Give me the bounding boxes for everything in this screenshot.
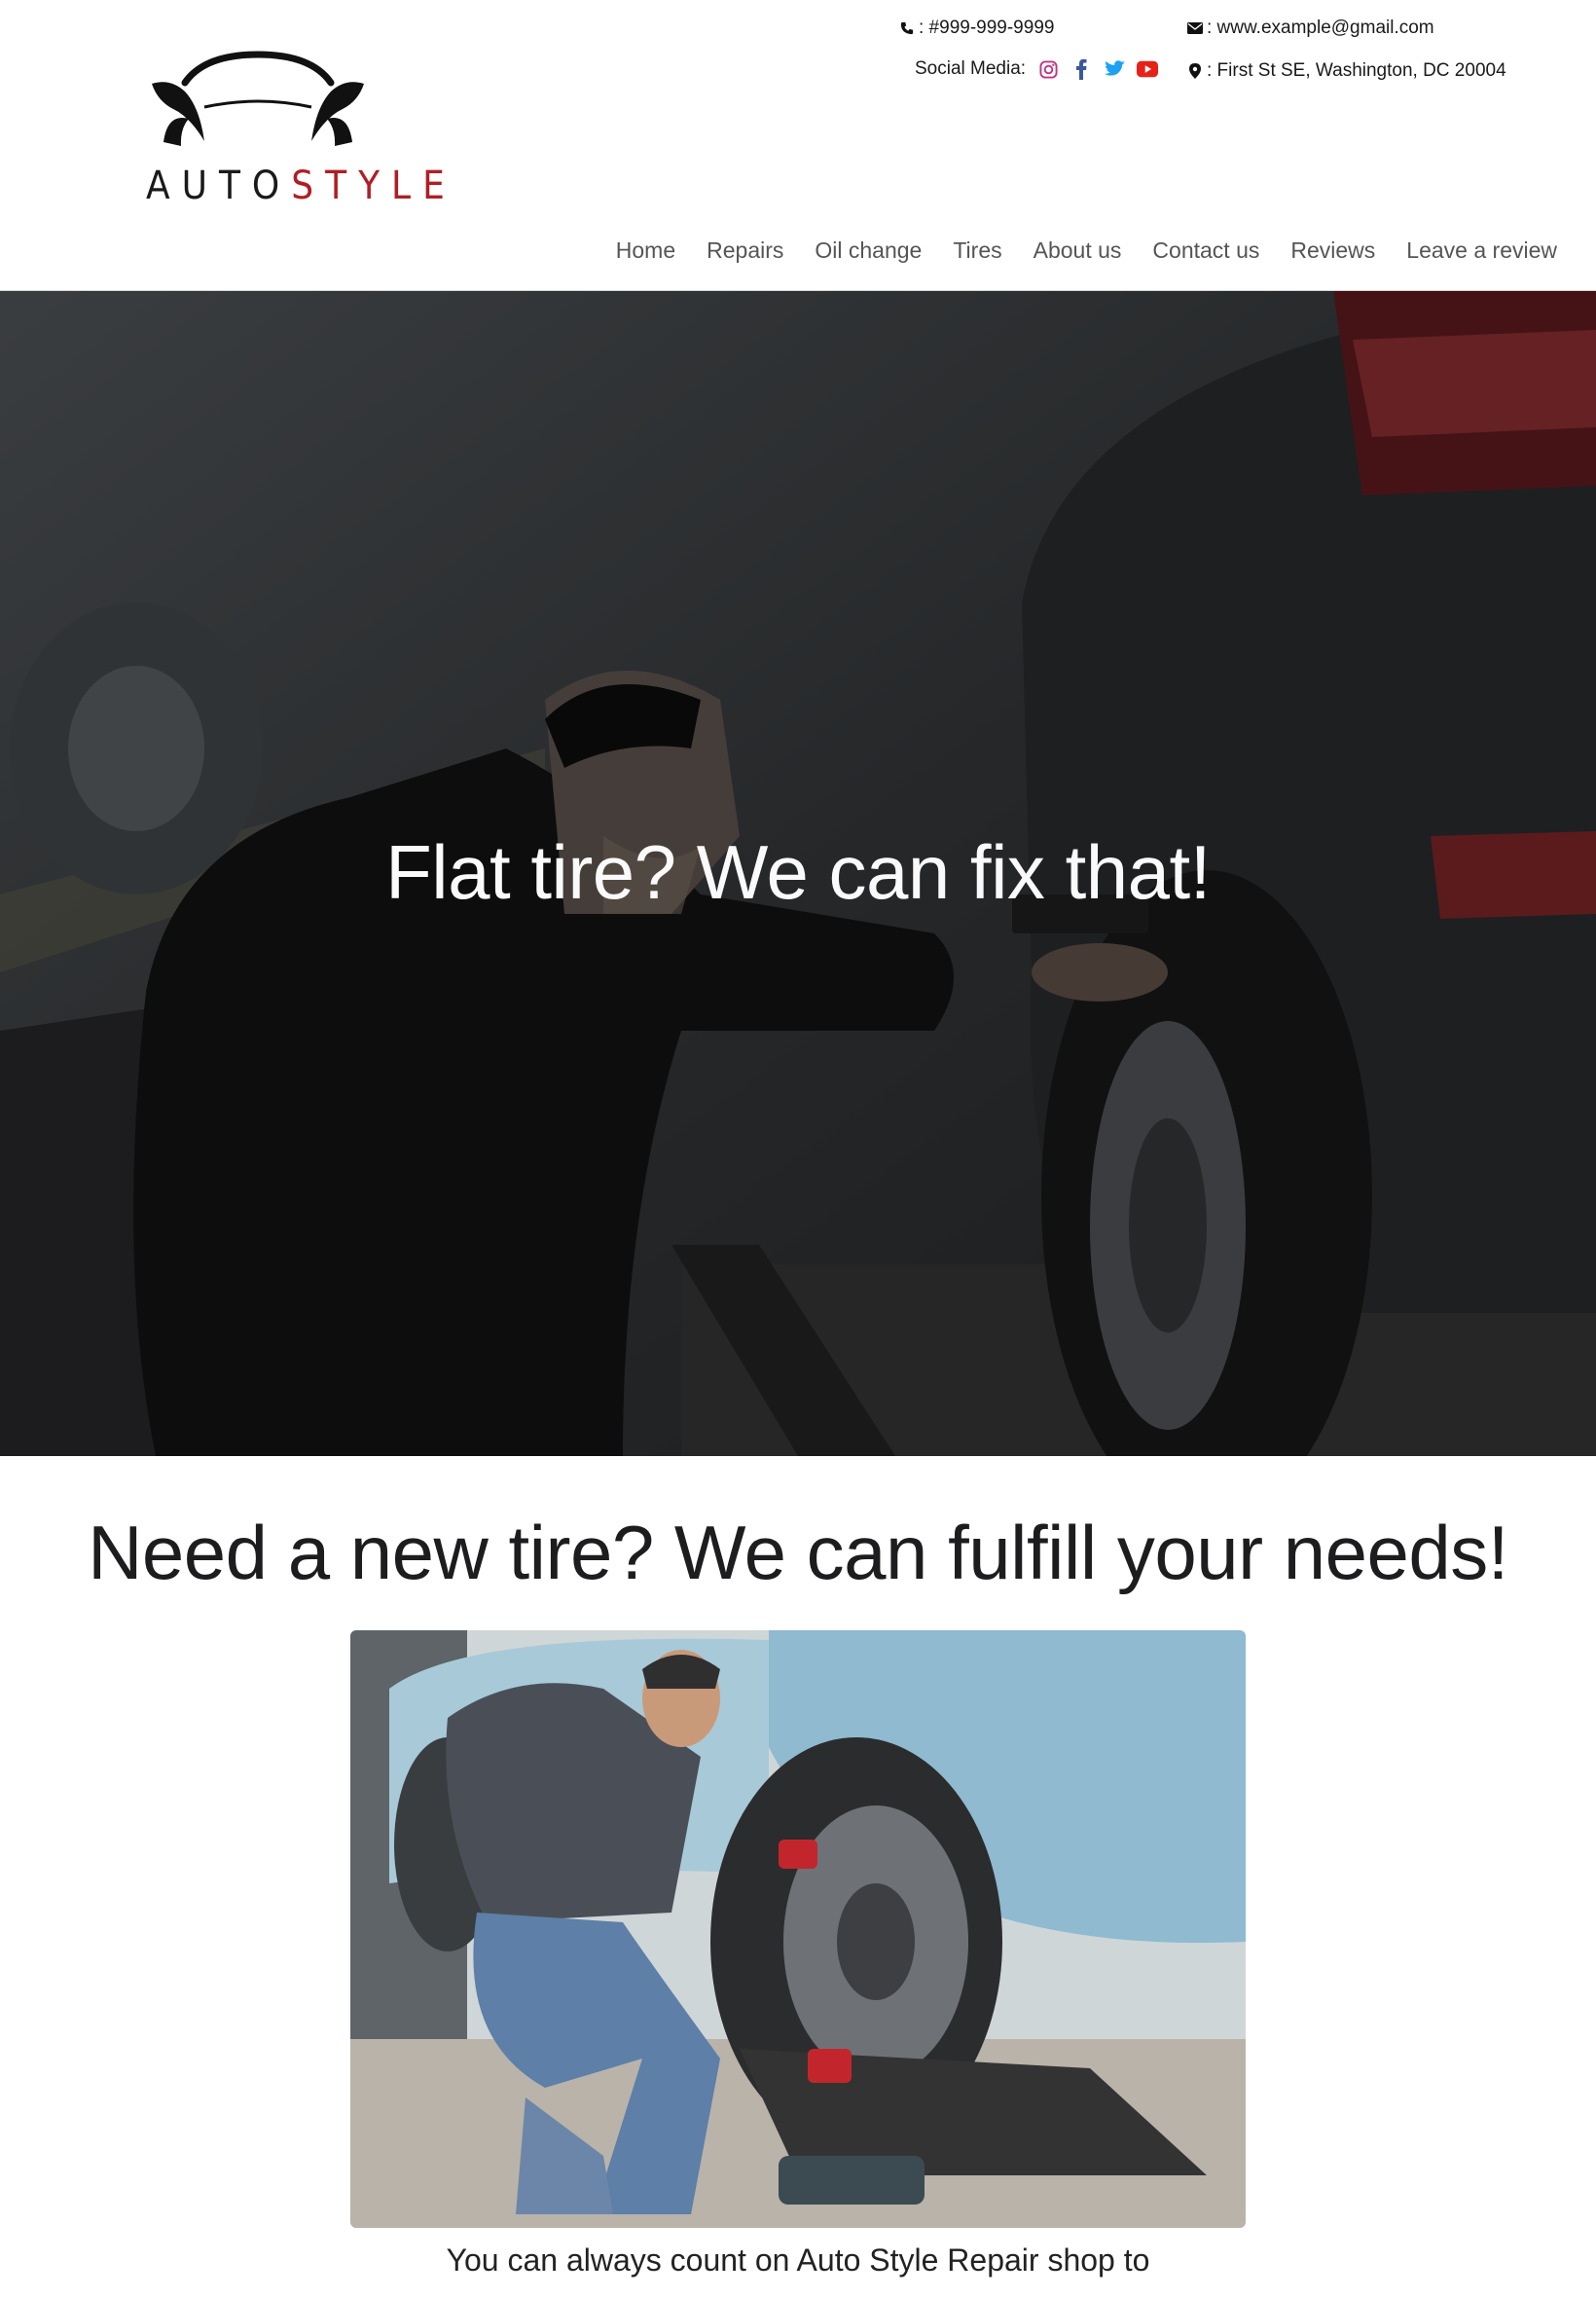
logo-wordmark: AUTOSTYLE <box>146 164 445 208</box>
nav-reviews[interactable]: Reviews <box>1290 237 1375 264</box>
hero-banner: Flat tire? We can fix that! <box>0 291 1596 1456</box>
street-address: : First St SE, Washington, DC 20004 <box>1207 60 1506 81</box>
nav-leave-a-review[interactable]: Leave a review <box>1406 237 1557 264</box>
nav-about-us[interactable]: About us <box>1034 237 1122 264</box>
email-address: : www.example@gmail.com <box>1207 18 1434 38</box>
nav-home[interactable]: Home <box>616 237 675 264</box>
nav-tires[interactable]: Tires <box>953 237 1001 264</box>
section-title: Need a new tire? We can fulfill your nee… <box>88 1510 1508 1595</box>
email-contact[interactable]: : www.example@gmail.com <box>1187 18 1434 39</box>
car-silhouette-logo-icon <box>152 51 364 146</box>
section-body-text: You can always count on Auto Style Repai… <box>446 2242 1150 2278</box>
phone-number: : #999-999-9999 <box>919 18 1055 38</box>
nav-contact-us[interactable]: Contact us <box>1152 237 1259 264</box>
main-navigation: Home Repairs Oil change Tires About us C… <box>616 237 1557 264</box>
social-media-label: Social Media: <box>915 58 1027 79</box>
phone-icon <box>899 20 915 36</box>
facebook-icon[interactable] <box>1070 58 1092 80</box>
twitter-icon[interactable] <box>1104 58 1125 80</box>
site-header: AUTOSTYLE : #999-999-9999 : www.example@… <box>0 0 1596 291</box>
youtube-icon[interactable] <box>1137 58 1159 80</box>
autostyle-logo[interactable]: AUTOSTYLE <box>146 49 445 214</box>
logo-word-auto: AUTO <box>146 164 292 208</box>
nav-repairs[interactable]: Repairs <box>707 237 783 264</box>
map-pin-icon <box>1187 63 1203 79</box>
mechanic-tire-image <box>350 1630 1246 2228</box>
hero-title: Flat tire? We can fix that! <box>385 829 1211 915</box>
instagram-icon[interactable] <box>1037 58 1059 80</box>
envelope-icon <box>1187 20 1203 36</box>
address-contact[interactable]: : First St SE, Washington, DC 20004 <box>1187 60 1506 82</box>
social-media: Social Media: <box>915 58 1159 80</box>
tire-change-photo <box>350 1630 1246 2228</box>
nav-oil-change[interactable]: Oil change <box>815 237 922 264</box>
logo-word-style: STYLE <box>291 164 456 208</box>
phone-contact[interactable]: : #999-999-9999 <box>899 18 1054 39</box>
